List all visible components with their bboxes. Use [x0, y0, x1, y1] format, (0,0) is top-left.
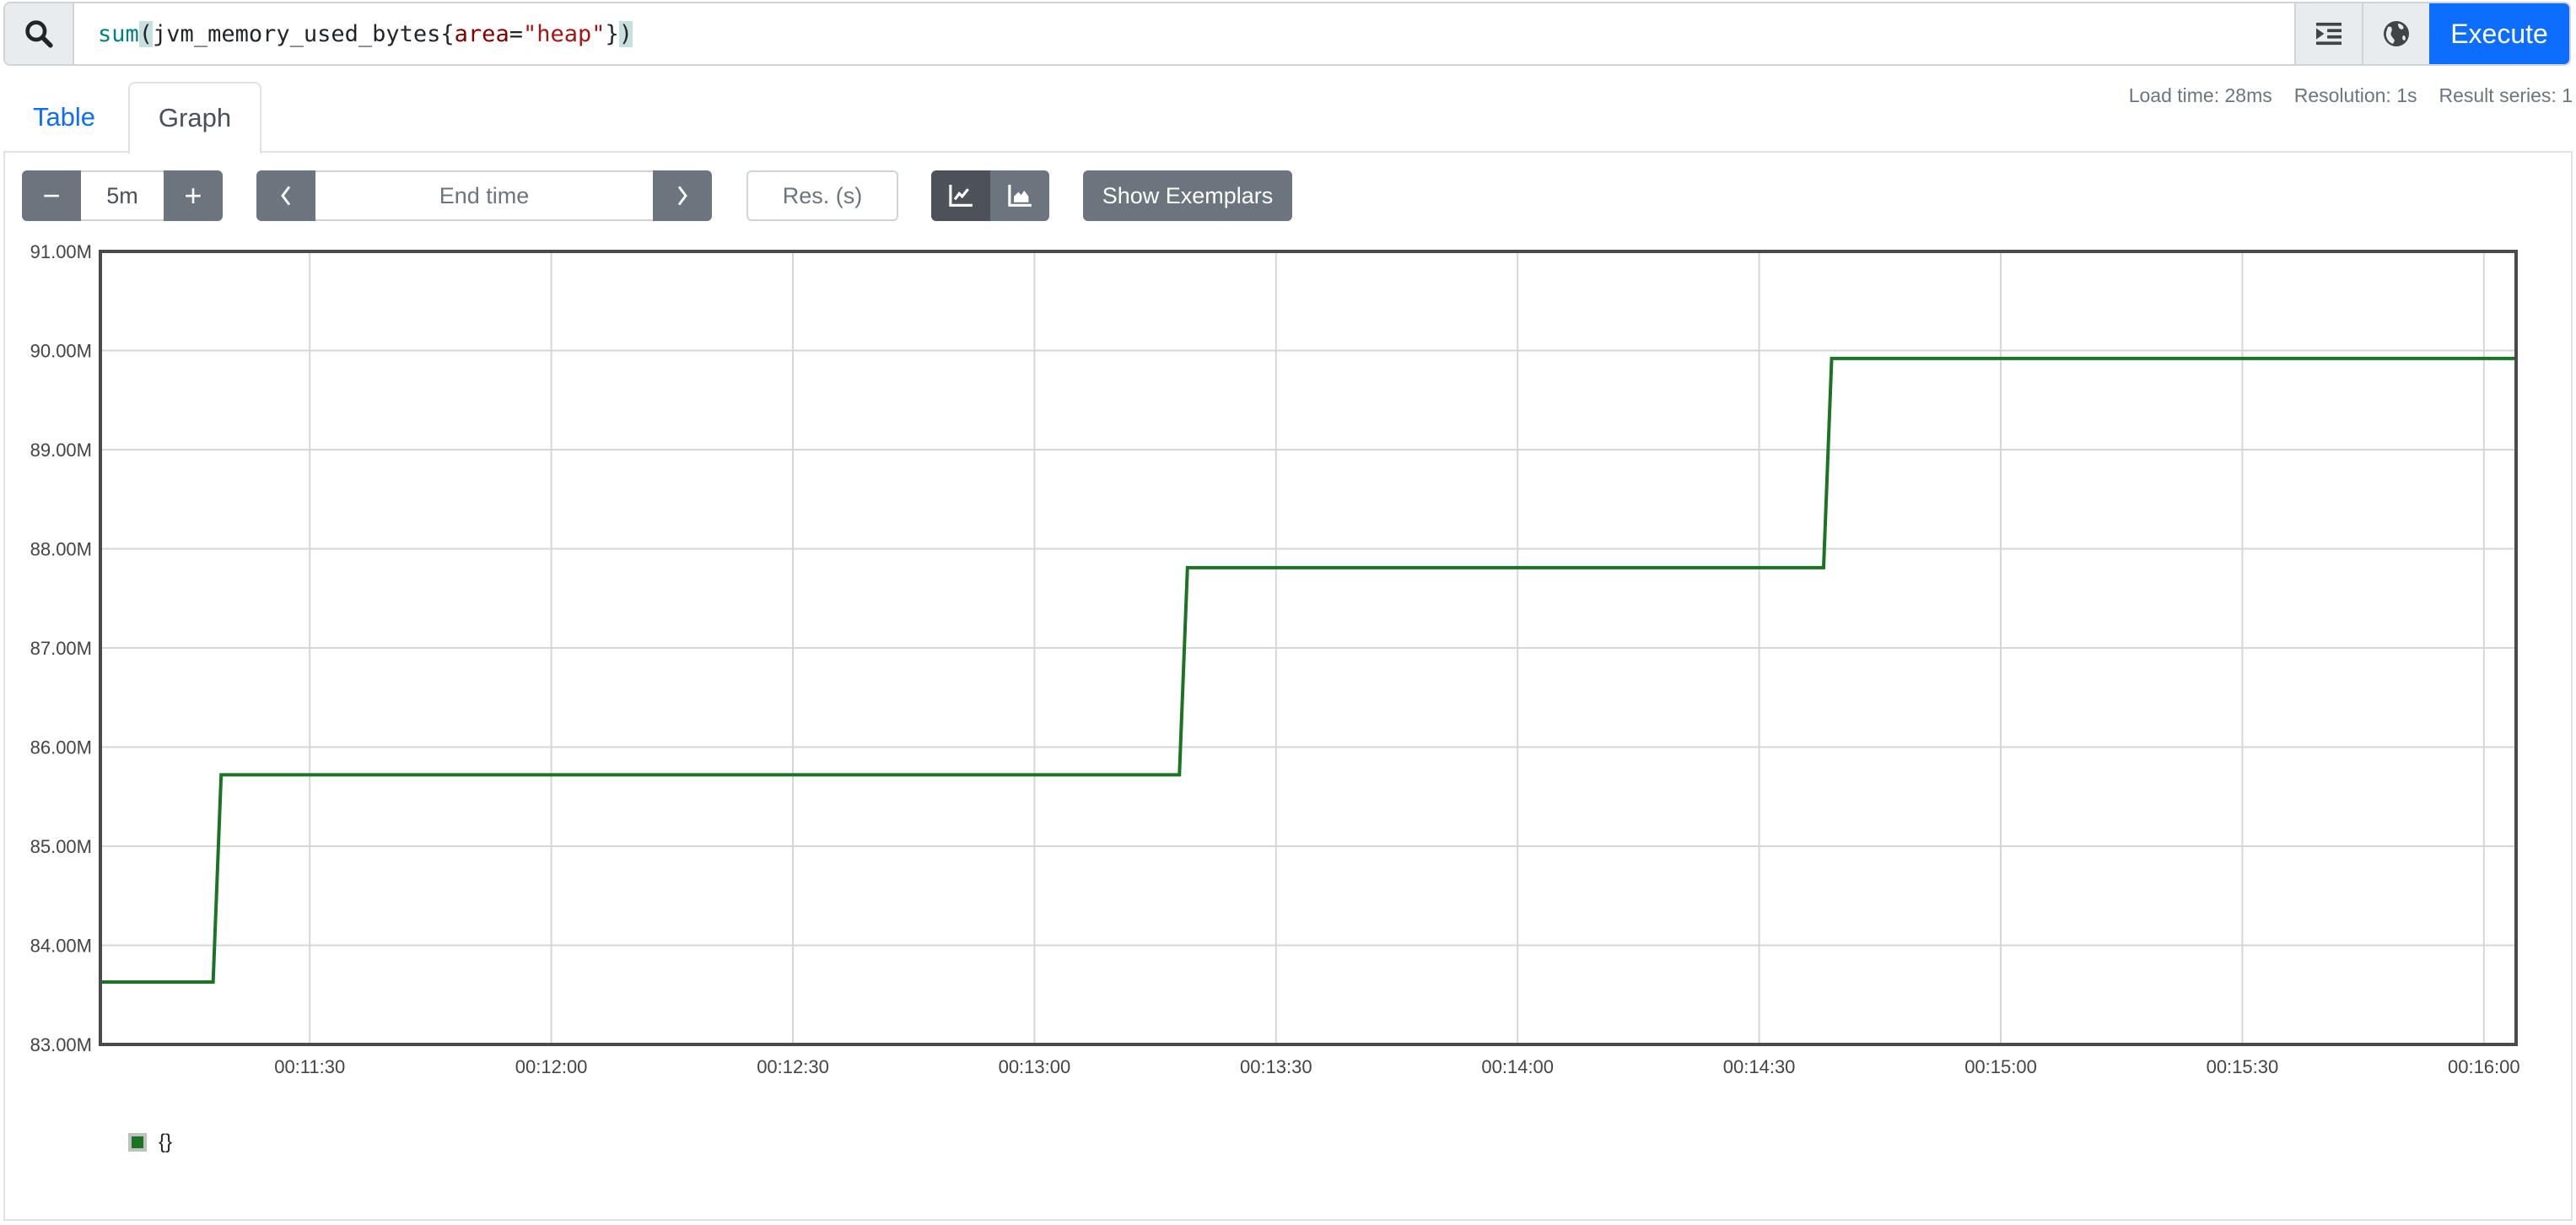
decrease-range-button[interactable]: − — [22, 170, 81, 221]
legend: {} — [128, 1131, 172, 1154]
query-bar: sum(jvm_memory_used_bytes{area = "heap"}) … — [3, 2, 2571, 66]
expression-token: sum — [98, 20, 139, 47]
expression-token: "heap" — [522, 20, 606, 47]
y-tick-label: 89.00M — [30, 440, 92, 461]
x-tick-label: 00:14:00 — [1481, 1056, 1554, 1077]
legend-label[interactable]: {} — [159, 1131, 172, 1154]
y-tick-label: 85.00M — [30, 836, 92, 857]
view-tabs: Table Graph — [3, 82, 2573, 154]
execute-button[interactable]: Execute — [2429, 3, 2569, 64]
x-tick-label: 00:12:00 — [515, 1056, 588, 1077]
unstacked-line-button[interactable] — [931, 170, 990, 221]
format-expression-button[interactable] — [2294, 3, 2362, 64]
expression-input[interactable]: sum(jvm_memory_used_bytes{area = "heap"}) — [74, 3, 2294, 64]
line-chart-icon — [949, 185, 973, 207]
increase-range-button[interactable]: + — [164, 170, 223, 221]
expression-token: jvm_memory_used_bytes{ — [153, 20, 455, 47]
tab-graph[interactable]: Graph — [128, 82, 261, 154]
x-tick-label: 00:16:00 — [2448, 1056, 2520, 1077]
end-time-input[interactable]: End time — [315, 170, 653, 221]
x-tick-label: 00:13:00 — [999, 1056, 1071, 1077]
y-tick-label: 87.00M — [30, 638, 92, 659]
expression-token: ) — [618, 20, 633, 47]
globe-icon — [2384, 21, 2409, 46]
chevron-right-icon — [677, 186, 687, 206]
next-time-button[interactable] — [653, 170, 712, 221]
range-control: − 5m + — [22, 170, 223, 221]
y-tick-label: 88.00M — [30, 539, 92, 560]
y-tick-label: 91.00M — [30, 241, 92, 262]
search-icon — [25, 20, 53, 48]
series-line — [100, 356, 2516, 984]
legend-swatch[interactable] — [128, 1133, 147, 1152]
x-tick-label: 00:15:30 — [2207, 1056, 2279, 1077]
tab-table[interactable]: Table — [3, 82, 125, 153]
graph-chart: 83.00M 84.00M 85.00M 86.00M 87.00M 88.00M 89.0… — [30, 241, 2520, 1077]
x-tick-label: 00:11:30 — [274, 1056, 345, 1077]
indent-format-icon — [2316, 22, 2342, 46]
y-tick-label: 86.00M — [30, 737, 92, 758]
chart-type-toggle — [931, 170, 1049, 221]
x-tick-label: 00:12:30 — [757, 1056, 829, 1077]
stacked-area-button[interactable] — [990, 170, 1049, 221]
x-tick-label: 00:13:30 — [1240, 1056, 1312, 1077]
x-tick-label: 00:14:30 — [1723, 1056, 1796, 1077]
search-icon-box — [5, 3, 74, 64]
area-chart-icon — [1008, 185, 1032, 207]
expression-token: ( — [138, 20, 154, 47]
previous-time-button[interactable] — [256, 170, 315, 221]
y-tick-label: 84.00M — [30, 936, 92, 957]
show-exemplars-button[interactable]: Show Exemplars — [1083, 170, 1292, 221]
end-time-control: End time — [256, 170, 712, 221]
y-tick-label: 90.00M — [30, 341, 92, 362]
metrics-explorer-button[interactable] — [2362, 3, 2429, 64]
expression-token: area — [454, 20, 509, 47]
y-tick-label: 83.00M — [30, 1034, 92, 1055]
resolution-input[interactable]: Res. (s) — [746, 170, 898, 221]
expression-token: } — [605, 20, 619, 47]
x-tick-label: 00:15:00 — [1964, 1056, 2037, 1077]
chevron-left-icon — [281, 186, 291, 206]
expression-token: = — [509, 20, 523, 47]
range-input[interactable]: 5m — [81, 170, 164, 221]
